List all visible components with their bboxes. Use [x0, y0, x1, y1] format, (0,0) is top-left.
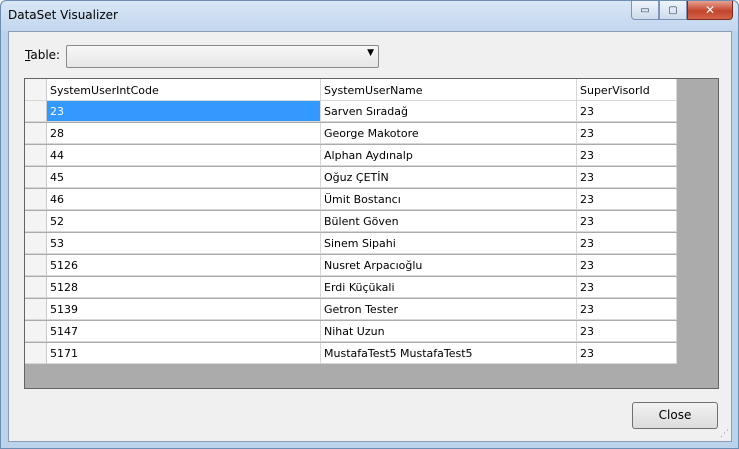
grid-cell[interactable]: 23 [577, 321, 677, 342]
table-row[interactable]: 45 Oğuz ÇETİN 23 [25, 167, 677, 189]
grid-cell[interactable]: 23 [47, 101, 321, 122]
column-header-supervisorid[interactable]: SuperVisorId [577, 79, 677, 101]
table-row[interactable]: 5139 Getron Tester 23 [25, 299, 677, 321]
grid-cell[interactable]: 23 [577, 211, 677, 232]
grid-cell[interactable]: 5171 [47, 343, 321, 364]
close-window-button[interactable]: ✕ [687, 1, 733, 20]
grid-cell[interactable]: Getron Tester [321, 299, 577, 320]
column-header-systemuserintcode[interactable]: SystemUserIntCode [47, 79, 321, 101]
grid-cell[interactable]: 23 [577, 255, 677, 276]
table-row[interactable]: 28 George Makotore 23 [25, 123, 677, 145]
resize-grip-icon[interactable]: ⋰ [720, 429, 729, 439]
row-header[interactable] [25, 167, 47, 188]
grid-cell[interactable]: Oğuz ÇETİN [321, 167, 577, 188]
grid-cell[interactable]: Sinem Sipahi [321, 233, 577, 254]
grid-cell[interactable]: George Makotore [321, 123, 577, 144]
row-header[interactable] [25, 211, 47, 232]
grid-cell[interactable]: 45 [47, 167, 321, 188]
table-row[interactable]: 5171 MustafaTest5 MustafaTest5 23 [25, 343, 677, 365]
chevron-down-icon[interactable]: ▼ [367, 48, 374, 58]
table-row[interactable]: 46 Ümit Bostancı 23 [25, 189, 677, 211]
grid-cell[interactable]: Bülent Göven [321, 211, 577, 232]
grid-cell[interactable]: MustafaTest5 MustafaTest5 [321, 343, 577, 364]
row-header[interactable] [25, 145, 47, 166]
table-row[interactable]: 44 Alphan Aydınalp 23 [25, 145, 677, 167]
dataset-visualizer-window: DataSet Visualizer ▭ ▢ ✕ Table: ▼ System… [0, 0, 739, 449]
minimize-icon: ▭ [640, 4, 650, 16]
grid-cell[interactable]: 5126 [47, 255, 321, 276]
data-grid[interactable]: SystemUserIntCode SystemUserName SuperVi… [24, 78, 719, 389]
grid-cell[interactable]: Nusret Arpacıoğlu [321, 255, 577, 276]
grid-cell[interactable]: 23 [577, 299, 677, 320]
grid-cell[interactable]: 46 [47, 189, 321, 210]
row-header[interactable] [25, 277, 47, 298]
table-row[interactable]: 5147 Nihat Uzun 23 [25, 321, 677, 343]
title-bar[interactable]: DataSet Visualizer ▭ ▢ ✕ [1, 1, 738, 31]
grid-cell[interactable]: 5139 [47, 299, 321, 320]
grid-cell[interactable]: Sarven Sıradağ [321, 101, 577, 122]
grid-cell[interactable]: 5128 [47, 277, 321, 298]
table-row[interactable]: 53 Sinem Sipahi 23 [25, 233, 677, 255]
maximize-icon: ▢ [668, 4, 678, 16]
grid-corner-header[interactable] [25, 79, 47, 101]
table-select[interactable]: ▼ [66, 45, 379, 68]
table-row[interactable]: 23 Sarven Sıradağ 23 [25, 101, 677, 123]
grid-cell[interactable]: 53 [47, 233, 321, 254]
table-row[interactable]: 5126 Nusret Arpacıoğlu 23 [25, 255, 677, 277]
grid-cell[interactable]: 23 [577, 123, 677, 144]
row-header[interactable] [25, 299, 47, 320]
row-header[interactable] [25, 343, 47, 364]
grid-cell[interactable]: Erdi Küçükali [321, 277, 577, 298]
grid-cell[interactable]: 23 [577, 145, 677, 166]
caption-buttons: ▭ ▢ ✕ [631, 1, 733, 21]
grid-cell[interactable]: Ümit Bostancı [321, 189, 577, 210]
grid-cell[interactable]: 23 [577, 167, 677, 188]
table-row[interactable]: 52 Bülent Göven 23 [25, 211, 677, 233]
maximize-button[interactable]: ▢ [659, 1, 687, 20]
window-title: DataSet Visualizer [8, 8, 118, 22]
client-area: Table: ▼ SystemUserIntCode SystemUserNam… [8, 31, 732, 442]
grid-cell[interactable]: 5147 [47, 321, 321, 342]
row-header[interactable] [25, 101, 47, 122]
grid-cell[interactable]: Nihat Uzun [321, 321, 577, 342]
table-label: Table: [25, 48, 60, 62]
row-header[interactable] [25, 189, 47, 210]
table-row[interactable]: 5128 Erdi Küçükali 23 [25, 277, 677, 299]
column-header-systemusername[interactable]: SystemUserName [321, 79, 577, 101]
close-button[interactable]: Close [632, 402, 718, 429]
grid-cell[interactable]: 23 [577, 277, 677, 298]
grid-cell[interactable]: Alphan Aydınalp [321, 145, 577, 166]
grid-cell[interactable]: 52 [47, 211, 321, 232]
grid-cell[interactable]: 23 [577, 189, 677, 210]
grid-cell[interactable]: 28 [47, 123, 321, 144]
grid-cell[interactable]: 23 [577, 343, 677, 364]
row-header[interactable] [25, 255, 47, 276]
minimize-button[interactable]: ▭ [631, 1, 659, 20]
table-label-rest: able: [30, 48, 61, 62]
grid-cell[interactable]: 44 [47, 145, 321, 166]
row-header[interactable] [25, 233, 47, 254]
row-header[interactable] [25, 321, 47, 342]
row-header[interactable] [25, 123, 47, 144]
grid-cell[interactable]: 23 [577, 233, 677, 254]
grid-header-row: SystemUserIntCode SystemUserName SuperVi… [25, 79, 677, 101]
close-icon: ✕ [704, 3, 716, 17]
grid-cell[interactable]: 23 [577, 101, 677, 122]
